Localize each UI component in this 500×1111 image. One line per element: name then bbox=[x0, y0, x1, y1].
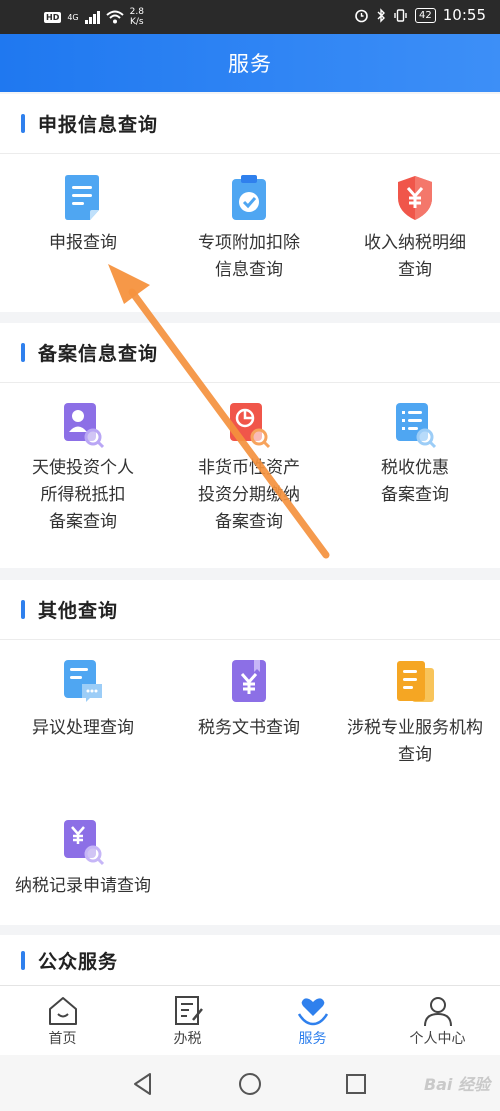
tab-service[interactable]: 服务 bbox=[250, 986, 375, 1056]
heart-hand-icon bbox=[297, 998, 329, 1026]
tab-tax[interactable]: 办税 bbox=[125, 986, 250, 1056]
watermark-logo: Bai 经验 bbox=[423, 1075, 490, 1094]
tab-profile[interactable]: 个人中心 bbox=[375, 986, 500, 1056]
section-accent-bar bbox=[21, 343, 25, 362]
section-header: 其他查询 bbox=[0, 580, 500, 640]
service-special-deduction-query[interactable]: 专项附加扣除 信息查询 bbox=[166, 154, 332, 304]
signal-icon bbox=[84, 10, 100, 24]
tab-home[interactable]: 首页 bbox=[0, 986, 125, 1056]
speed-unit: K/s bbox=[129, 17, 144, 27]
section-declaration: 申报信息查询 申报查询 专项附加扣除 信息查询 收入纳税明细 查询 bbox=[0, 94, 500, 312]
section-header[interactable]: 公众服务 bbox=[0, 935, 500, 985]
network-speed: 2.8 K/s bbox=[130, 7, 144, 27]
service-income-tax-detail[interactable]: 收入纳税明细 查询 bbox=[332, 154, 498, 304]
tab-label: 首页 bbox=[48, 1031, 77, 1047]
section-header: 备案信息查询 bbox=[0, 323, 500, 383]
service-objection-query[interactable]: 异议处理查询 bbox=[0, 640, 166, 790]
yen-search-icon bbox=[64, 820, 104, 866]
item-label: 收入纳税明细 查询 bbox=[364, 233, 466, 280]
bluetooth-icon bbox=[377, 7, 386, 23]
item-label: 税收优惠 备案查询 bbox=[381, 458, 449, 505]
battery-icon: 42 bbox=[415, 7, 436, 23]
service-non-monetary-asset-filing[interactable]: 非货币性资产 投资分期缴纳 备案查询 bbox=[166, 383, 332, 563]
edit-doc-icon bbox=[175, 996, 203, 1025]
pie-chart-search-icon bbox=[230, 403, 270, 449]
service-tax-incentive-filing[interactable]: 税收优惠 备案查询 bbox=[332, 383, 498, 563]
section-accent-bar bbox=[21, 600, 25, 619]
section-accent-bar bbox=[21, 950, 25, 970]
section-header: 申报信息查询 bbox=[0, 94, 500, 154]
service-tax-record-application[interactable]: 纳税记录申请查询 bbox=[0, 800, 166, 920]
section-title: 备案信息查询 bbox=[38, 343, 159, 365]
service-tax-document-query[interactable]: 税务文书查询 bbox=[166, 640, 332, 790]
section-other: 其他查询 异议处理查询 税务文书查询 涉税专业服务机构 查询 纳税记录申请查询 bbox=[0, 580, 500, 925]
page-title: 服务 bbox=[228, 52, 272, 76]
service-angel-investment-filing[interactable]: 天使投资个人 所得税抵扣 备案查询 bbox=[0, 383, 166, 563]
item-label: 税务文书查询 bbox=[198, 718, 300, 738]
tab-label: 办税 bbox=[173, 1031, 202, 1047]
list-search-icon bbox=[396, 403, 436, 449]
section-title: 其他查询 bbox=[38, 600, 119, 622]
status-bar: HD 4G 2.8 K/s 42 10:55 bbox=[0, 0, 500, 34]
bottom-tab-bar: 首页 办税 服务 个人中心 bbox=[0, 985, 500, 1055]
home-circle-icon[interactable] bbox=[235, 1069, 265, 1099]
service-declaration-query[interactable]: 申报查询 bbox=[0, 154, 166, 304]
tab-label: 服务 bbox=[298, 1031, 327, 1047]
service-tax-agency-query[interactable]: 涉税专业服务机构 查询 bbox=[332, 640, 498, 790]
speed-value: 2.8 bbox=[129, 7, 144, 17]
item-label: 非货币性资产 投资分期缴纳 备案查询 bbox=[198, 458, 300, 532]
yen-book-icon bbox=[232, 660, 266, 702]
system-nav-bar: Bai 经验 bbox=[0, 1055, 500, 1111]
vibrate-icon bbox=[394, 8, 407, 22]
home-icon bbox=[49, 997, 77, 1025]
section-title: 公众服务 bbox=[38, 950, 119, 973]
user-icon bbox=[424, 997, 452, 1027]
item-label: 专项附加扣除 信息查询 bbox=[198, 233, 300, 280]
clock: 10:55 bbox=[442, 6, 486, 24]
app-header: 服务 bbox=[0, 34, 500, 92]
section-accent-bar bbox=[21, 114, 25, 133]
recents-icon[interactable] bbox=[341, 1069, 371, 1099]
alarm-icon bbox=[355, 9, 368, 22]
item-label: 涉税专业服务机构 查询 bbox=[347, 718, 483, 765]
item-label: 申报查询 bbox=[49, 233, 117, 253]
item-label: 纳税记录申请查询 bbox=[15, 876, 151, 896]
wifi-icon bbox=[105, 10, 124, 24]
screen: HD 4G 2.8 K/s 42 10:55 服务 申报信息查询 申报查询 专项… bbox=[0, 0, 500, 1111]
item-label: 异议处理查询 bbox=[32, 718, 134, 738]
section-filing: 备案信息查询 天使投资个人 所得税抵扣 备案查询 非货币性资产 投资分期缴纳 备案查询 … bbox=[0, 323, 500, 568]
shield-yen-icon bbox=[398, 176, 432, 220]
message-doc-icon bbox=[64, 660, 102, 702]
back-icon[interactable] bbox=[128, 1069, 158, 1099]
clipboard-check-icon bbox=[232, 175, 266, 220]
hd-badge: HD bbox=[44, 11, 62, 23]
tab-label: 个人中心 bbox=[409, 1031, 466, 1047]
documents-icon bbox=[397, 661, 434, 702]
section-title: 申报信息查询 bbox=[38, 114, 159, 136]
section-public: 公众服务 bbox=[0, 925, 500, 985]
person-search-icon bbox=[64, 403, 104, 449]
document-icon bbox=[65, 175, 99, 220]
network-label: 4G bbox=[67, 12, 79, 22]
item-label: 天使投资个人 所得税抵扣 备案查询 bbox=[32, 458, 134, 532]
